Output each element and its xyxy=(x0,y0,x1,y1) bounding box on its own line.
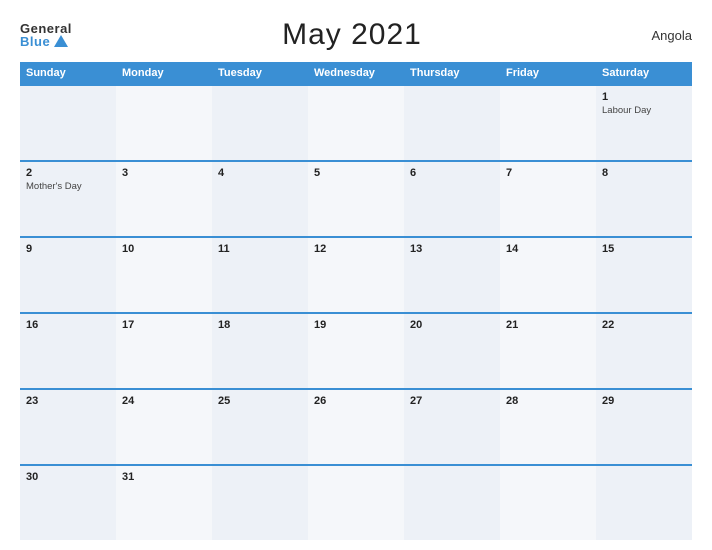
calendar-cell: 3 xyxy=(116,162,212,236)
logo: General Blue xyxy=(20,22,72,48)
day-number: 12 xyxy=(314,243,398,255)
day-event: Labour Day xyxy=(602,105,686,117)
calendar-cell: 11 xyxy=(212,238,308,312)
day-number: 24 xyxy=(122,395,206,407)
calendar-cell xyxy=(20,86,116,160)
calendar-cell xyxy=(404,466,500,540)
day-number: 15 xyxy=(602,243,686,255)
calendar-cell: 24 xyxy=(116,390,212,464)
day-of-week-header: Saturday xyxy=(596,62,692,84)
day-number: 31 xyxy=(122,471,206,483)
calendar-cell: 18 xyxy=(212,314,308,388)
calendar-week: 23 24 25 26 27 28 29 xyxy=(20,388,692,464)
day-number: 2 xyxy=(26,167,110,179)
calendar-cell: 16 xyxy=(20,314,116,388)
day-number: 14 xyxy=(506,243,590,255)
calendar-cell: 15 xyxy=(596,238,692,312)
day-number: 17 xyxy=(122,319,206,331)
calendar-cell: 1 Labour Day xyxy=(596,86,692,160)
day-of-week-header: Sunday xyxy=(20,62,116,84)
day-number: 1 xyxy=(602,91,686,103)
day-number: 5 xyxy=(314,167,398,179)
day-number: 25 xyxy=(218,395,302,407)
logo-triangle-icon xyxy=(54,35,68,47)
day-number: 3 xyxy=(122,167,206,179)
calendar-cell: 30 xyxy=(20,466,116,540)
logo-blue-row: Blue xyxy=(20,35,68,48)
day-number: 30 xyxy=(26,471,110,483)
calendar-cell xyxy=(308,86,404,160)
calendar-header: SundayMondayTuesdayWednesdayThursdayFrid… xyxy=(20,62,692,84)
calendar-week: 9 10 11 12 13 14 15 xyxy=(20,236,692,312)
calendar-cell: 17 xyxy=(116,314,212,388)
day-of-week-header: Wednesday xyxy=(308,62,404,84)
day-number: 4 xyxy=(218,167,302,179)
day-number: 27 xyxy=(410,395,494,407)
calendar-cell: 14 xyxy=(500,238,596,312)
calendar-cell xyxy=(500,86,596,160)
day-number: 23 xyxy=(26,395,110,407)
calendar-body: 1 Labour Day 2 Mother's Day 345678 9 10 11 12 13 1… xyxy=(20,84,692,540)
calendar-week: 16 17 18 19 20 21 22 xyxy=(20,312,692,388)
calendar-cell: 27 xyxy=(404,390,500,464)
day-number: 13 xyxy=(410,243,494,255)
calendar-cell: 10 xyxy=(116,238,212,312)
calendar-cell: 9 xyxy=(20,238,116,312)
calendar-cell: 19 xyxy=(308,314,404,388)
calendar-week: 2 Mother's Day 345678 xyxy=(20,160,692,236)
day-number: 11 xyxy=(218,243,302,255)
calendar-cell: 31 xyxy=(116,466,212,540)
calendar-cell xyxy=(404,86,500,160)
day-number: 22 xyxy=(602,319,686,331)
calendar-cell xyxy=(212,86,308,160)
calendar-cell xyxy=(596,466,692,540)
calendar-cell: 21 xyxy=(500,314,596,388)
day-number: 16 xyxy=(26,319,110,331)
day-of-week-header: Monday xyxy=(116,62,212,84)
calendar-cell: 8 xyxy=(596,162,692,236)
calendar-cell: 12 xyxy=(308,238,404,312)
day-number: 29 xyxy=(602,395,686,407)
calendar-cell: 2 Mother's Day xyxy=(20,162,116,236)
day-of-week-header: Friday xyxy=(500,62,596,84)
calendar-cell: 5 xyxy=(308,162,404,236)
logo-blue-text: Blue xyxy=(20,35,50,48)
day-number: 19 xyxy=(314,319,398,331)
day-of-week-header: Tuesday xyxy=(212,62,308,84)
calendar-cell: 22 xyxy=(596,314,692,388)
calendar-week: 1 Labour Day xyxy=(20,84,692,160)
month-title: May 2021 xyxy=(72,18,632,52)
calendar-page: General Blue May 2021 Angola SundayMonda… xyxy=(0,0,712,550)
day-number: 7 xyxy=(506,167,590,179)
day-number: 9 xyxy=(26,243,110,255)
calendar-cell: 20 xyxy=(404,314,500,388)
day-number: 28 xyxy=(506,395,590,407)
calendar-cell: 26 xyxy=(308,390,404,464)
calendar-cell: 7 xyxy=(500,162,596,236)
day-number: 26 xyxy=(314,395,398,407)
calendar-cell xyxy=(116,86,212,160)
day-number: 8 xyxy=(602,167,686,179)
day-number: 21 xyxy=(506,319,590,331)
calendar-cell xyxy=(212,466,308,540)
day-number: 18 xyxy=(218,319,302,331)
day-number: 20 xyxy=(410,319,494,331)
country-name: Angola xyxy=(632,28,692,43)
calendar-cell: 28 xyxy=(500,390,596,464)
calendar-cell: 13 xyxy=(404,238,500,312)
calendar-week: 30 31 xyxy=(20,464,692,540)
day-event: Mother's Day xyxy=(26,181,110,193)
calendar-cell: 25 xyxy=(212,390,308,464)
calendar: SundayMondayTuesdayWednesdayThursdayFrid… xyxy=(20,62,692,540)
calendar-cell xyxy=(308,466,404,540)
day-number: 6 xyxy=(410,167,494,179)
calendar-cell: 29 xyxy=(596,390,692,464)
calendar-cell: 6 xyxy=(404,162,500,236)
calendar-cell: 23 xyxy=(20,390,116,464)
calendar-cell xyxy=(500,466,596,540)
day-number: 10 xyxy=(122,243,206,255)
calendar-cell: 4 xyxy=(212,162,308,236)
header: General Blue May 2021 Angola xyxy=(20,18,692,52)
day-of-week-header: Thursday xyxy=(404,62,500,84)
